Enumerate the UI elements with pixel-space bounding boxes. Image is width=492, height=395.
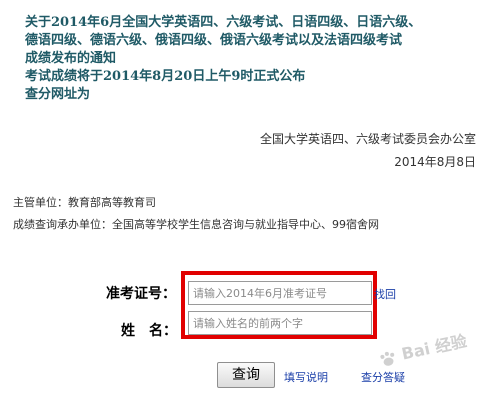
exam-id-input[interactable] [188,281,372,305]
notice-block: 关于2014年6月全国大学英语四、六级考试、日语四级、日语六级、 德语四级、德语… [25,14,480,104]
exam-id-label: 准考证号： [106,286,176,302]
notice-line: 德语四级、德语六级、俄语四级、俄语六级考试以及法语四级考试 [25,33,403,48]
fill-guide-link[interactable]: 填写说明 [284,369,328,385]
issuer-name: 全国大学英语四、六级考试委员会办公室 [259,132,476,146]
retrieve-link[interactable]: 找回 [374,286,396,302]
issue-date: 2014年8月8日 [394,155,476,169]
operator-text: 成绩查询承办单位：全国高等学校学生信息咨询与就业指导中心、99宿舍网 [13,218,379,231]
notice-line: 考试成绩将于2014年8月20日上午9时正式公布 [25,69,306,84]
query-button[interactable]: 查询 [217,362,275,388]
paw-icon [380,351,395,366]
issuer-block: 全国大学英语四、六级考试委员会办公室 2014年8月8日 [260,128,476,174]
supervisor-text: 主管单位：教育部高等教育司 [13,196,156,209]
notice-line: 查分网址为 [25,87,91,102]
watermark-logo: Bai 经验 [376,323,492,395]
notice-line: 成绩发布的通知 [25,51,117,66]
notice-line: 关于2014年6月全国大学英语四、六级考试、日语四级、日语六级、 [25,15,422,30]
info-block: 主管单位：教育部高等教育司 成绩查询承办单位：全国高等学校学生信息咨询与就业指导… [13,192,379,236]
name-input[interactable] [188,311,372,335]
watermark-text: Bai 经验 [399,331,469,364]
name-label: 姓 名： [121,323,177,339]
